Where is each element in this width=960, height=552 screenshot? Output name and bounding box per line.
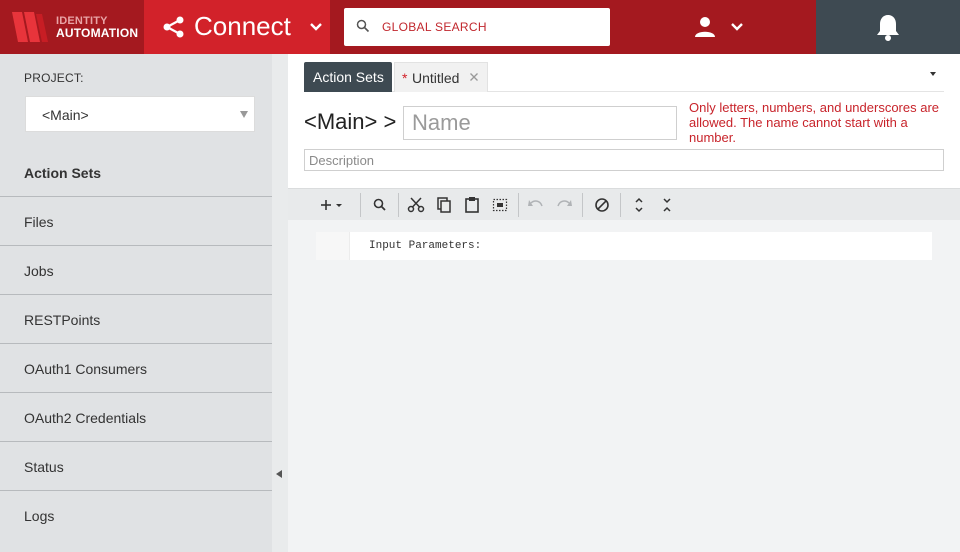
sidebar: PROJECT: <Main> Action Sets Files Jobs R… — [0, 54, 272, 552]
breadcrumb: <Main> > — [304, 109, 397, 134]
disable-button[interactable] — [592, 195, 612, 215]
app-switcher-button[interactable]: Connect — [144, 0, 330, 54]
search-icon — [373, 198, 386, 211]
sidebar-item-label: Logs — [24, 508, 55, 524]
identity-automation-logo[interactable]: IDENTITY AUTOMATION — [0, 0, 144, 54]
expand-all-button[interactable] — [629, 195, 649, 215]
top-bar: IDENTITY AUTOMATION Connect — [0, 0, 960, 54]
chevron-down-icon — [731, 23, 743, 31]
undo-icon — [528, 200, 543, 207]
find-button[interactable] — [370, 195, 390, 215]
copy-icon — [437, 197, 451, 213]
toolbar-separator — [398, 193, 399, 217]
sidebar-nav: Action Sets Files Jobs RESTPoints OAuth1… — [0, 148, 272, 540]
tab-action-sets[interactable]: Action Sets — [304, 62, 392, 92]
collapse-icon — [663, 198, 671, 212]
code-line: Input Parameters: — [369, 240, 482, 252]
name-field[interactable] — [403, 106, 677, 140]
notifications-button[interactable] — [816, 0, 960, 54]
description-field[interactable] — [304, 149, 944, 171]
tab-label: Untitled — [412, 70, 460, 86]
sidebar-item-label: RESTPoints — [24, 312, 101, 328]
global-search-input[interactable] — [382, 17, 602, 37]
toolbar-separator — [620, 193, 621, 217]
sidebar-item-label: Status — [24, 459, 64, 475]
redo-button[interactable] — [554, 195, 574, 215]
chevron-down-icon — [310, 23, 322, 31]
global-search — [344, 8, 610, 46]
code-editor[interactable]: Input Parameters: — [316, 232, 932, 260]
logo-text: IDENTITY AUTOMATION — [56, 15, 138, 39]
toolbar-separator — [582, 193, 583, 217]
sidebar-item-oauth2-credentials[interactable]: OAuth2 Credentials — [0, 393, 272, 442]
paste-button[interactable] — [462, 195, 482, 215]
user-menu-button[interactable] — [690, 14, 750, 40]
app-name: Connect — [194, 11, 291, 41]
cut-button[interactable] — [406, 195, 426, 215]
redo-icon — [557, 200, 572, 207]
sidebar-item-label: Files — [24, 214, 54, 230]
sidebar-item-restpoints[interactable]: RESTPoints — [0, 295, 272, 344]
project-select[interactable]: <Main> — [25, 96, 255, 132]
editor-toolbar — [288, 188, 960, 220]
block-icon — [595, 198, 609, 212]
editor-header: Action Sets * Untitled <Main> > Only let… — [288, 54, 960, 188]
caret-down-icon — [240, 111, 248, 118]
sidebar-item-action-sets[interactable]: Action Sets — [0, 148, 272, 197]
name-error-message: Only letters, numbers, and underscores a… — [689, 100, 940, 145]
modified-marker: * — [402, 70, 408, 86]
share-icon — [163, 16, 184, 38]
sidebar-item-label: OAuth1 Consumers — [24, 361, 147, 377]
sidebar-item-jobs[interactable]: Jobs — [0, 246, 272, 295]
expand-icon — [635, 197, 643, 213]
tab-label: Action Sets — [313, 69, 384, 85]
sidebar-item-status[interactable]: Status — [0, 442, 272, 491]
editor-gutter — [316, 232, 350, 260]
clipboard-icon — [465, 197, 479, 213]
toolbar-separator — [518, 193, 519, 217]
plus-icon — [321, 200, 342, 210]
add-button[interactable] — [318, 195, 346, 215]
sidebar-item-logs[interactable]: Logs — [0, 491, 272, 540]
sidebar-splitter[interactable] — [272, 54, 288, 552]
collapse-all-button[interactable] — [657, 195, 677, 215]
select-all-button[interactable] — [490, 195, 510, 215]
close-icon[interactable] — [469, 72, 479, 82]
select-all-icon — [492, 198, 508, 212]
tab-bar: Action Sets * Untitled — [304, 62, 944, 92]
search-icon — [356, 19, 370, 33]
copy-button[interactable] — [434, 195, 454, 215]
bell-icon — [877, 15, 899, 41]
scissors-icon — [407, 197, 425, 213]
logo-mark-icon — [12, 12, 48, 42]
sidebar-item-files[interactable]: Files — [0, 197, 272, 246]
project-select-value: <Main> — [42, 107, 89, 123]
logo-line-2: AUTOMATION — [56, 26, 139, 40]
undo-button[interactable] — [526, 195, 546, 215]
user-icon — [695, 17, 715, 37]
tab-untitled[interactable]: * Untitled — [394, 62, 488, 92]
collapse-sidebar-icon[interactable] — [276, 470, 282, 478]
sidebar-item-oauth1-consumers[interactable]: OAuth1 Consumers — [0, 344, 272, 393]
sidebar-item-label: Jobs — [24, 263, 54, 279]
sidebar-item-label: OAuth2 Credentials — [24, 410, 147, 426]
project-label: PROJECT: — [24, 71, 84, 85]
tabs-menu-icon[interactable] — [930, 72, 936, 76]
toolbar-separator — [360, 193, 361, 217]
sidebar-item-label: Action Sets — [24, 165, 102, 181]
